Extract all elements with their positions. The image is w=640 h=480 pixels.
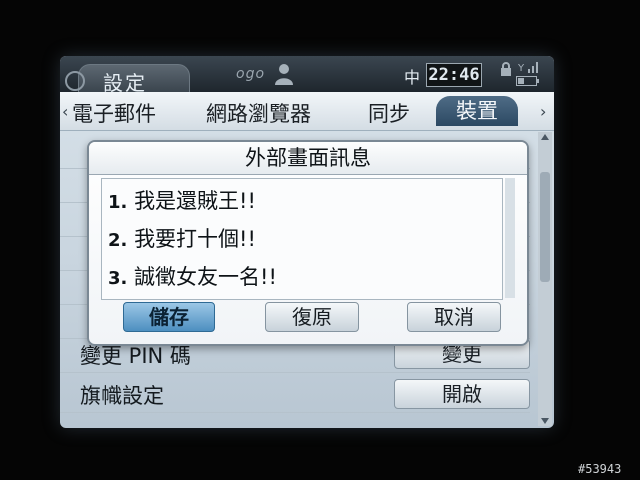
tab-email[interactable]: 電子郵件	[72, 98, 156, 128]
tab-device[interactable]: 裝置	[436, 96, 518, 126]
lock-icon	[501, 62, 511, 76]
scroll-down-icon[interactable]	[541, 418, 549, 424]
brand-logo: ogo	[236, 66, 266, 82]
list-scrollbar[interactable]	[538, 132, 552, 426]
tab-strip: ‹ 電子郵件 網路瀏覽器 同步 裝置 ›	[60, 92, 554, 131]
list-item-flag-settings[interactable]: 旗幟設定 開啟	[60, 378, 530, 413]
line-text: 我要打十個!!	[134, 227, 256, 251]
line-number: 2.	[108, 230, 128, 251]
save-button[interactable]: 儲存	[123, 302, 215, 332]
tab-sync[interactable]: 同步	[368, 98, 410, 128]
dialog-scrollbar[interactable]	[505, 178, 515, 298]
device-screen: 設定 ogo 中 22:46 Y ‹ 電子郵件 網路瀏覽器 同步 裝置 › 變更…	[60, 56, 554, 428]
title-bar: 設定 ogo 中 22:46 Y	[60, 56, 554, 95]
external-screen-message-dialog: 外部畫面訊息 1. 我是還賊王!! 2. 我要打十個!! 3. 誠徵女友一名!!…	[87, 140, 529, 346]
settings-icon	[65, 71, 85, 91]
app-title-tab: 設定	[65, 64, 190, 95]
battery-icon	[516, 76, 539, 86]
tab-browser[interactable]: 網路瀏覽器	[206, 98, 311, 128]
restore-button[interactable]: 復原	[265, 302, 359, 332]
line-number: 3.	[108, 268, 128, 289]
scroll-up-icon[interactable]	[541, 134, 549, 140]
person-icon[interactable]	[274, 62, 294, 86]
message-line: 2. 我要打十個!!	[108, 223, 256, 253]
line-text: 誠徵女友一名!!	[134, 265, 277, 289]
line-number: 1.	[108, 192, 128, 213]
flag-settings-button[interactable]: 開啟	[394, 379, 530, 409]
clock: 22:46	[426, 63, 482, 87]
input-method-indicator[interactable]: 中	[404, 64, 420, 88]
scroll-thumb[interactable]	[540, 172, 550, 282]
message-textarea[interactable]: 1. 我是還賊王!! 2. 我要打十個!! 3. 誠徵女友一名!!	[101, 178, 503, 300]
chevron-left-icon[interactable]: ‹	[62, 102, 68, 121]
cancel-button[interactable]: 取消	[407, 302, 501, 332]
watermark: #53943	[578, 462, 622, 476]
message-line: 1. 我是還賊王!!	[108, 185, 256, 215]
dialog-title: 外部畫面訊息	[89, 142, 527, 175]
chevron-right-icon[interactable]: ›	[540, 102, 546, 121]
svg-text:Y: Y	[518, 63, 525, 74]
message-line: 3. 誠徵女友一名!!	[108, 261, 277, 291]
signal-icon: Y	[518, 62, 538, 74]
line-text: 我是還賊王!!	[134, 189, 256, 213]
flag-settings-label: 旗幟設定	[80, 384, 164, 408]
